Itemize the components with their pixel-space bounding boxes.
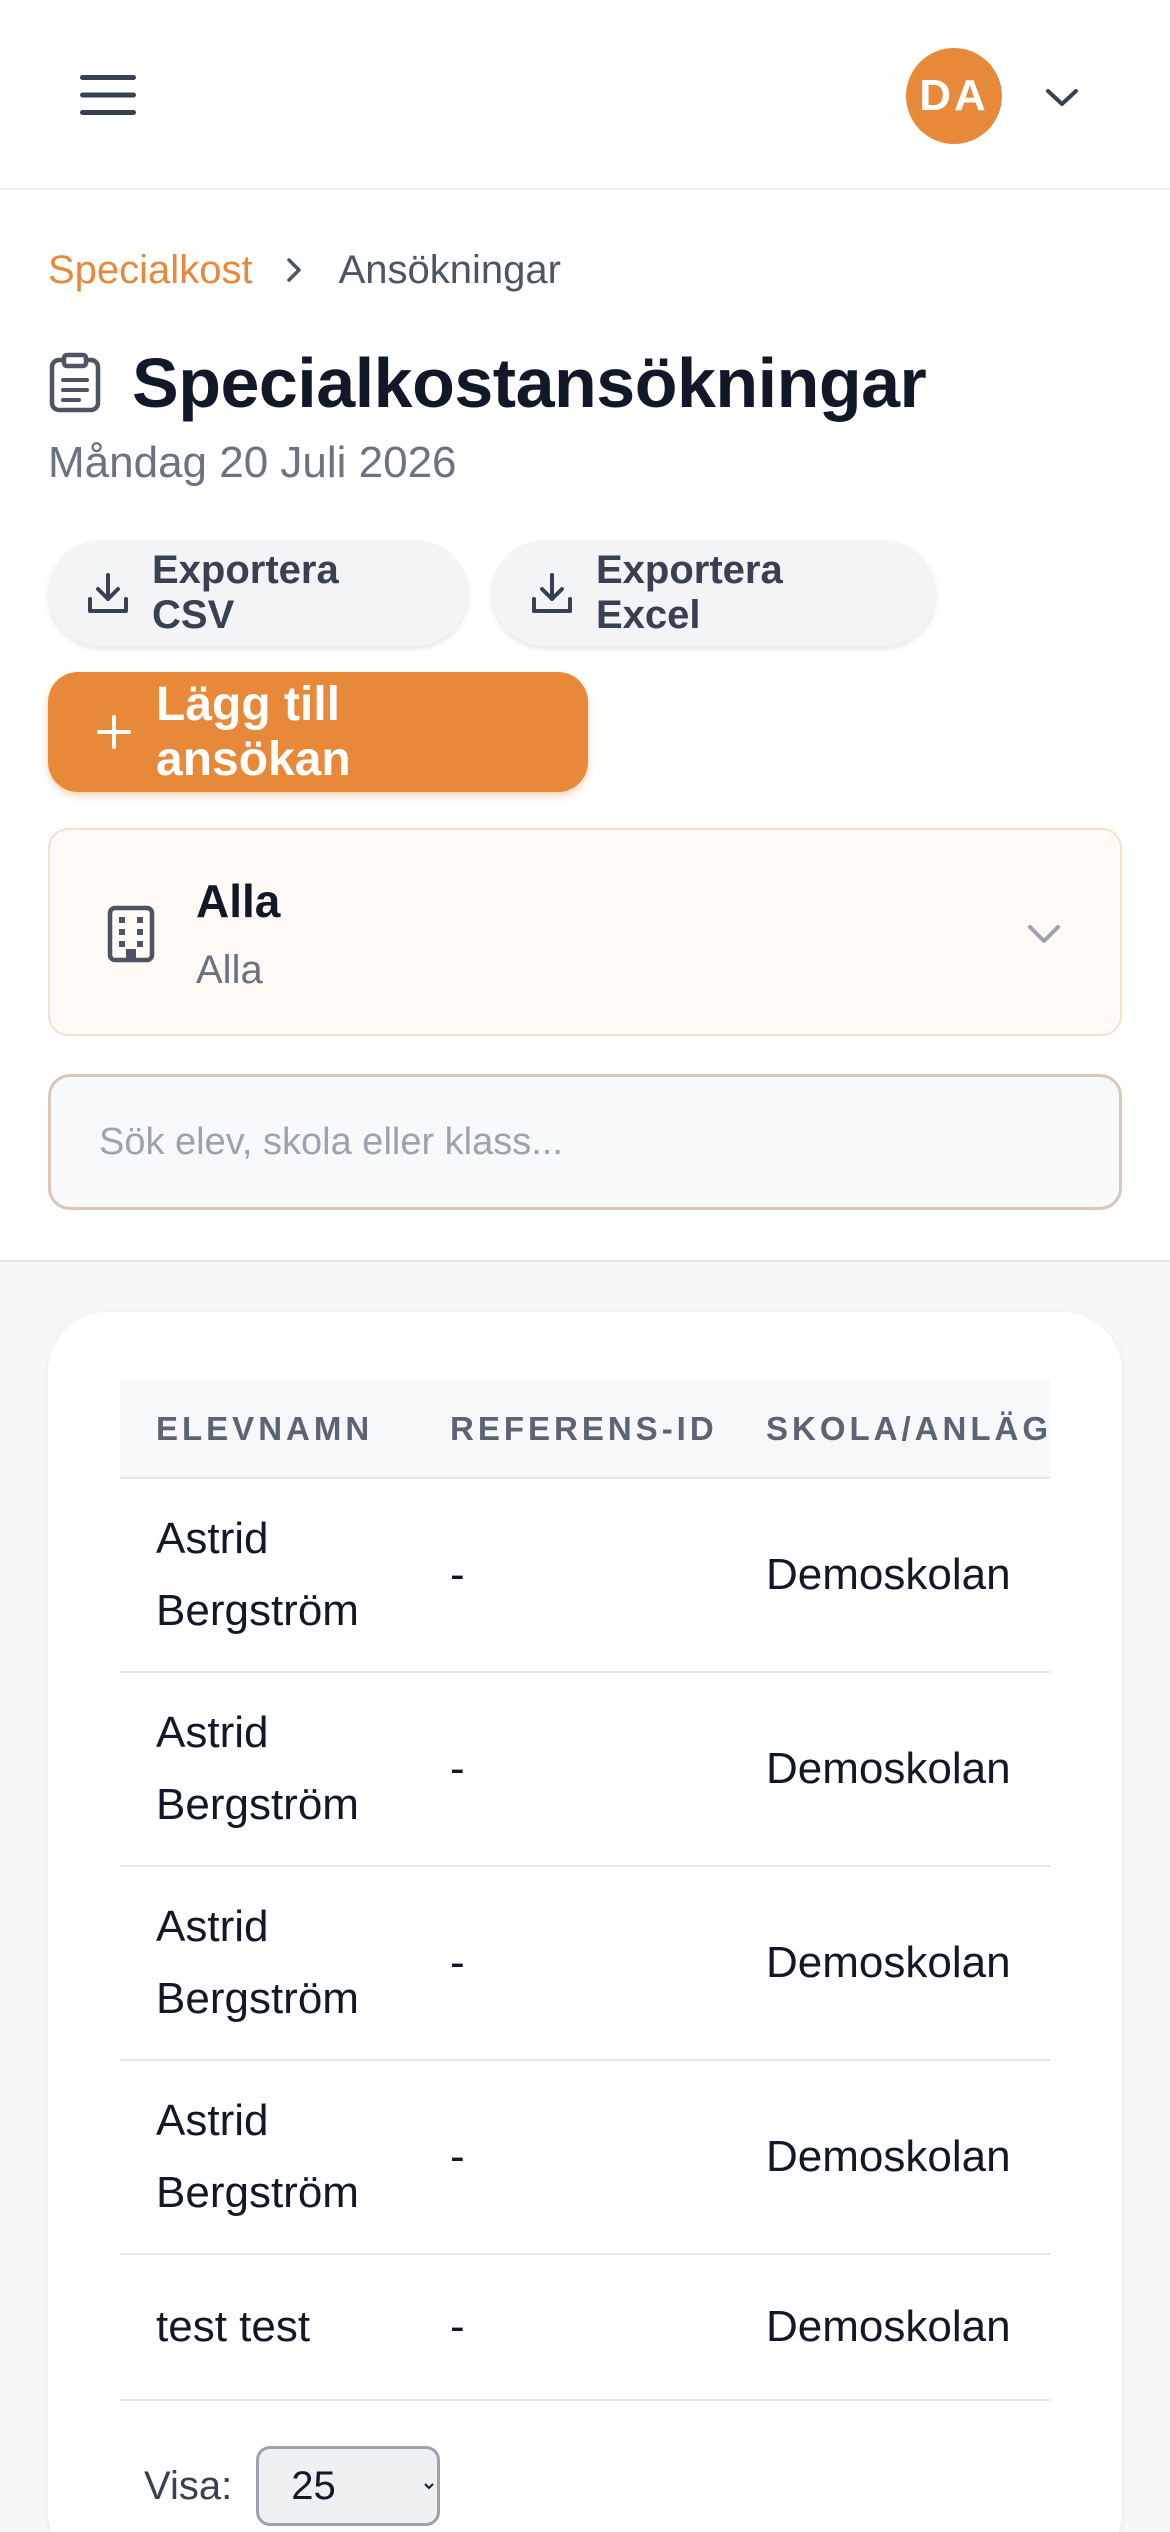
clipboard-icon	[48, 350, 108, 416]
menu-icon	[80, 75, 136, 115]
unit-selector-title: Alla	[196, 875, 281, 927]
cell-school: Demoskolan	[730, 2060, 1050, 2255]
download-icon	[530, 571, 574, 615]
page-date: Måndag 20 Juli 2026	[48, 438, 457, 487]
page-size-label: Visa:	[144, 2463, 233, 2508]
chevron-down-icon	[1020, 910, 1068, 958]
chevron-right-icon	[285, 256, 303, 284]
cell-reference-id: -	[414, 1672, 730, 1867]
unit-selector-subtitle: Alla	[196, 948, 263, 992]
cell-reference-id: -	[414, 1866, 730, 2061]
add-application-label: Lägg till ansökan	[156, 678, 351, 786]
table-row[interactable]: Astrid Bergström - Demoskolan	[120, 1672, 1050, 1867]
breadcrumb-current: Ansökningar	[338, 247, 561, 292]
cell-school: Demoskolan	[730, 1866, 1050, 2061]
user-avatar[interactable]: DA	[906, 48, 1002, 144]
applications-card: ELEVNAMN REFERENS-ID SKOLA/ANLÄGGNING As…	[48, 1312, 1122, 2532]
page-size-select[interactable]: 25	[256, 2446, 441, 2526]
cell-student-name: test test	[120, 2254, 414, 2401]
unit-selector[interactable]: Alla Alla	[48, 828, 1122, 1036]
menu-button[interactable]	[72, 62, 144, 128]
add-application-button[interactable]: Lägg till ansökan	[48, 672, 588, 792]
table-row[interactable]: test test - Demoskolan	[120, 2254, 1050, 2401]
column-header-skola[interactable]: SKOLA/ANLÄGGNING	[730, 1380, 1050, 1479]
export-csv-button[interactable]: Exportera CSV	[48, 540, 468, 646]
cell-reference-id: -	[414, 2254, 730, 2401]
chevron-down-icon	[1046, 89, 1078, 106]
cell-student-name: Astrid Bergström	[120, 1478, 414, 1673]
applications-table: ELEVNAMN REFERENS-ID SKOLA/ANLÄGGNING As…	[120, 1380, 1050, 2401]
breadcrumb: Specialkost Ansökningar	[48, 242, 561, 298]
export-excel-button[interactable]: Exportera Excel	[492, 540, 936, 646]
cell-student-name: Astrid Bergström	[120, 2060, 414, 2255]
table-row[interactable]: Astrid Bergström - Demoskolan	[120, 1478, 1050, 1673]
cell-school: Demoskolan	[730, 1478, 1050, 1673]
cell-student-name: Astrid Bergström	[120, 1866, 414, 2061]
cell-student-name: Astrid Bergström	[120, 1672, 414, 1867]
column-header-referens-id[interactable]: REFERENS-ID	[414, 1380, 730, 1479]
download-icon	[86, 571, 130, 615]
table-row[interactable]: Astrid Bergström - Demoskolan	[120, 1866, 1050, 2061]
export-csv-label: Exportera CSV	[152, 548, 339, 637]
plus-icon	[94, 712, 134, 752]
page-title: Specialkostansökningar	[132, 344, 927, 422]
page-size-control: Visa: 25	[144, 2446, 441, 2526]
page-title-row: Specialkostansökningar	[48, 338, 927, 428]
cell-school: Demoskolan	[730, 2254, 1050, 2401]
user-menu-toggle[interactable]	[1040, 76, 1084, 120]
table-header-row: ELEVNAMN REFERENS-ID SKOLA/ANLÄGGNING	[120, 1380, 1050, 1479]
table-row[interactable]: Astrid Bergström - Demoskolan	[120, 2060, 1050, 2255]
cell-reference-id: -	[414, 2060, 730, 2255]
column-header-elevnamn[interactable]: ELEVNAMN	[120, 1380, 414, 1479]
export-excel-label: Exportera Excel	[596, 548, 783, 637]
cell-school: Demoskolan	[730, 1672, 1050, 1867]
cell-reference-id: -	[414, 1478, 730, 1673]
building-icon	[104, 904, 158, 964]
table-scroll-container[interactable]: ELEVNAMN REFERENS-ID SKOLA/ANLÄGGNING As…	[120, 1380, 1050, 2408]
breadcrumb-link-specialkost[interactable]: Specialkost	[48, 248, 253, 293]
top-bar: DA	[0, 0, 1170, 190]
search-input[interactable]	[48, 1074, 1122, 1210]
